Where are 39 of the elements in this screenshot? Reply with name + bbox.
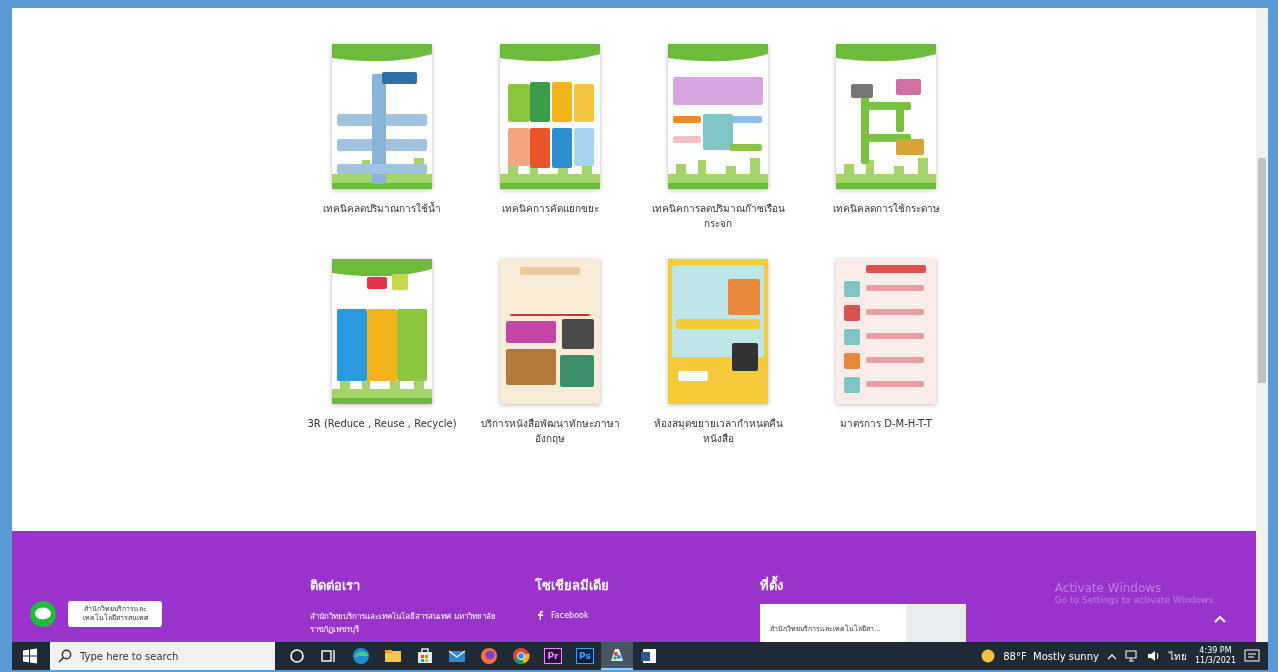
poster-title[interactable]: ห้องสมุดขยายเวลากำหนดคืนหนังสือ [643, 416, 793, 446]
section-heading: ที่ตั้ง [760, 575, 985, 596]
weather-text[interactable]: 88°F Mostly sunny [1003, 650, 1099, 662]
clock-time[interactable]: 4:39 PM [1199, 646, 1232, 656]
search-icon [58, 649, 72, 663]
poster-title[interactable]: มาตรการ D-M-H-T-T [811, 416, 961, 446]
social-link[interactable]: Facebook [551, 610, 589, 620]
poster-title[interactable]: เทคนิคลดการใช้กระดาษ [811, 201, 961, 231]
chevron-up-icon[interactable] [1106, 652, 1117, 660]
scroll-top-icon[interactable] [1214, 615, 1226, 623]
poster-title[interactable]: เทคนิคลดปริมาณการใช้น้ำ [307, 201, 457, 231]
chat-icon[interactable] [30, 601, 56, 627]
scrollbar-thumb[interactable] [1258, 158, 1266, 383]
notification-icon[interactable] [1244, 648, 1260, 664]
search-field[interactable]: Type here to search [50, 642, 275, 670]
network-icon[interactable] [1124, 650, 1139, 662]
circle-icon [287, 646, 307, 666]
document-icon [639, 646, 659, 666]
section-heading: ติดต่อเรา [310, 577, 361, 595]
taskbar-app[interactable]: Pr [537, 642, 569, 670]
poster-title[interactable]: เทคนิคการลดปริมาณก๊าซเรือนกระจก [643, 201, 793, 231]
round-browser-icon [511, 646, 531, 666]
language-indicator[interactable]: ไทย [1168, 648, 1187, 664]
sun-icon[interactable] [981, 649, 996, 663]
clock-date[interactable]: 11/3/2021 [1194, 656, 1236, 666]
scrollbar[interactable] [1256, 8, 1268, 642]
facebook-icon [537, 610, 543, 620]
poster-title[interactable]: เทคนิคการคัดแยกขยะ [475, 201, 625, 231]
speaker-icon[interactable] [1146, 650, 1161, 662]
start-icon[interactable] [22, 648, 38, 664]
poster-title[interactable]: 3R (Reduce , Reuse , Recycle) [307, 416, 457, 446]
browser-icon [351, 646, 371, 666]
taskbar-app[interactable] [601, 642, 633, 670]
activation-title: Activate Windows [1054, 581, 1163, 595]
poster-title[interactable]: บริการหนังสือพัฒนาทักษะภาษาอังกฤษ [475, 416, 625, 446]
contact-address: สำนักวิทยบริการและเทคโนโลยีสารสนเทศ มหาวิทยาลัยราชภัฏเพชรบุรี [310, 611, 497, 636]
section-heading: โซเชียลมีเดีย [535, 577, 610, 595]
taskbar-app[interactable]: Ps [569, 642, 601, 670]
shopping-bag-icon [415, 646, 435, 666]
